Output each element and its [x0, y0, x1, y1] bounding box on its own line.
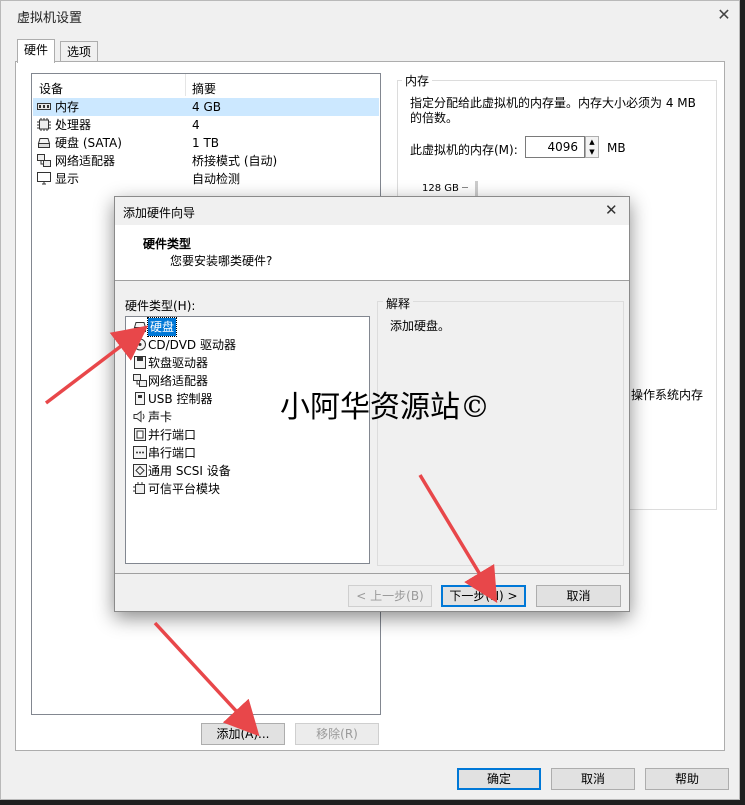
arrow-to-disk — [44, 325, 149, 405]
annotation-arrows — [44, 325, 498, 737]
arrow-to-add — [153, 621, 260, 737]
arrow-to-next — [418, 474, 498, 603]
tab-hardware[interactable]: 硬件 — [17, 39, 56, 63]
